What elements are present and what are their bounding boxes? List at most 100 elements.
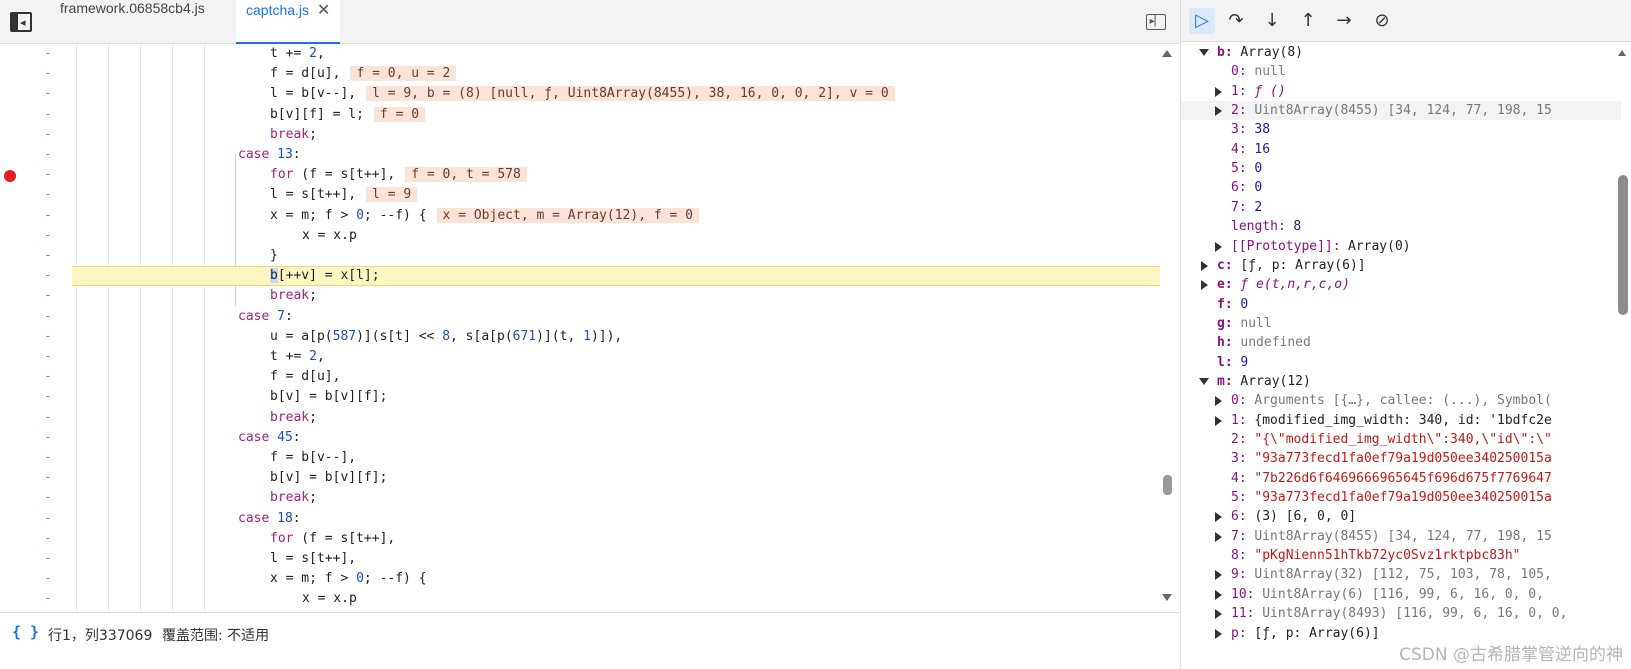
line-number-marker[interactable]: -	[44, 246, 54, 266]
line-number-marker[interactable]: -	[44, 84, 54, 104]
code-line[interactable]: - break;	[0, 286, 1160, 306]
code-line[interactable]: - t += 2,	[0, 347, 1160, 367]
line-number-marker[interactable]: -	[44, 367, 54, 387]
code-line[interactable]: - l = s[t++],	[0, 549, 1160, 569]
scope-entry[interactable]: g: null	[1181, 314, 1621, 333]
expand-arrow-icon[interactable]	[1215, 628, 1222, 639]
scope-entry[interactable]: l: 9	[1181, 353, 1621, 372]
code-line[interactable]: - b[++v] = x[l];	[0, 266, 1160, 286]
scope-entry[interactable]: length: 8	[1181, 217, 1621, 236]
code-line[interactable]: - for (f = s[t++],	[0, 529, 1160, 549]
expand-arrow-icon[interactable]	[1215, 531, 1222, 542]
expand-arrow-icon[interactable]	[1201, 280, 1208, 291]
expand-arrow-icon[interactable]	[1201, 260, 1208, 271]
collapse-arrow-icon[interactable]	[1199, 49, 1209, 56]
line-number-marker[interactable]: -	[44, 286, 54, 306]
expand-arrow-icon[interactable]	[1215, 512, 1222, 523]
code-line[interactable]: - f = d[u], f = 0, u = 2	[0, 64, 1160, 84]
line-number-marker[interactable]: -	[44, 387, 54, 407]
line-number-marker[interactable]: -	[44, 468, 54, 488]
scope-entry[interactable]: 7: Uint8Array(8455) [34, 124, 77, 198, 15	[1181, 527, 1621, 546]
deactivate-breakpoints-icon[interactable]: ⊘	[1369, 8, 1395, 34]
expand-arrow-icon[interactable]	[1215, 609, 1222, 620]
code-line[interactable]: - l = s[t++], l = 9	[0, 185, 1160, 205]
scope-entry[interactable]: 0: null	[1181, 62, 1621, 81]
navigator-toggle-icon[interactable]: ◂	[10, 12, 32, 32]
code-line[interactable]: - f = d[u],	[0, 367, 1160, 387]
step-icon[interactable]: →	[1331, 8, 1357, 34]
code-line[interactable]: - case 13:	[0, 145, 1160, 165]
line-number-marker[interactable]: -	[44, 408, 54, 428]
code-editor[interactable]: -t += 2, - f = d[u], f = 0, u = 2-l = b[v--…	[0, 44, 1180, 612]
scope-entry[interactable]: 10: Uint8Array(6) [116, 99, 6, 16, 0, 0,	[1181, 585, 1621, 604]
expand-arrow-icon[interactable]	[1215, 86, 1222, 97]
scope-entry[interactable]: e: ƒ e(t,n,r,c,o)	[1181, 275, 1621, 294]
scope-scrollbar-thumb[interactable]	[1618, 175, 1628, 315]
scope-entry[interactable]: 0: Arguments [{…}, callee: (...), Symbol(	[1181, 391, 1621, 410]
code-line[interactable]: - x = x.p	[0, 589, 1160, 609]
scope-entry[interactable]: 11: Uint8Array(8493) [116, 99, 6, 16, 0, …	[1181, 604, 1621, 623]
line-number-marker[interactable]: -	[44, 105, 54, 125]
expand-arrow-icon[interactable]	[1215, 106, 1222, 117]
step-over-icon[interactable]: ↷	[1223, 8, 1249, 34]
code-line[interactable]: - f = b[v--],	[0, 448, 1160, 468]
scope-entry[interactable]: 1: ƒ ()	[1181, 82, 1621, 101]
code-line[interactable]: - l = b[v--], l = 9, b = (8) [null, ƒ, Uin…	[0, 84, 1160, 104]
scope-entry[interactable]: 9: Uint8Array(32) [112, 75, 103, 78, 105,	[1181, 565, 1621, 584]
code-line[interactable]: - x = m; f > 0; --f) {	[0, 569, 1160, 589]
code-line[interactable]: -}	[0, 246, 1160, 266]
line-number-marker[interactable]: -	[44, 428, 54, 448]
scope-entry[interactable]: f: 0	[1181, 295, 1621, 314]
line-number-marker[interactable]: -	[44, 549, 54, 569]
tab-framework-js[interactable]: framework.06858cb4.js	[52, 0, 213, 44]
code-line[interactable]: - x = m; f > 0; --f) {x = Object, m = Arr…	[0, 206, 1160, 226]
step-out-icon[interactable]: ↑	[1295, 8, 1321, 34]
line-number-marker[interactable]: -	[44, 448, 54, 468]
scope-entry[interactable]: 3: "93a773fecd1fa0ef79a19d050ee340250015a	[1181, 449, 1621, 468]
scope-entry[interactable]: 4: "7b226d6f6469666965645f696d675f7769647	[1181, 469, 1621, 488]
scope-entry[interactable]: c: [ƒ, p: Array(6)]	[1181, 256, 1621, 275]
expand-arrow-icon[interactable]	[1215, 570, 1222, 581]
step-into-icon[interactable]: ↓	[1259, 8, 1285, 34]
scope-entry[interactable]: 6: 0	[1181, 178, 1621, 197]
line-number-marker[interactable]: -	[44, 44, 54, 64]
scope-entry[interactable]: 1: {modified_img_width: 340, id: '1bdfc2e	[1181, 411, 1621, 430]
code-line[interactable]: - b[v] = b[v][f];	[0, 387, 1160, 407]
close-icon[interactable]: ✕	[317, 0, 330, 20]
line-number-marker[interactable]: -	[44, 125, 54, 145]
line-number-marker[interactable]: -	[44, 589, 54, 609]
code-line[interactable]: - case 18:	[0, 509, 1160, 529]
code-line[interactable]: - case 45:	[0, 428, 1160, 448]
expand-arrow-icon[interactable]	[1215, 396, 1222, 407]
scope-entry[interactable]: 2: "{\"modified_img_width\":340,\"id\":\"	[1181, 430, 1621, 449]
editor-scrollbar-thumb[interactable]	[1163, 475, 1172, 495]
editor-scroll-up-icon[interactable]	[1162, 50, 1172, 57]
breakpoint-icon[interactable]	[4, 170, 16, 183]
line-number-marker[interactable]: -	[44, 488, 54, 508]
collapse-arrow-icon[interactable]	[1199, 377, 1209, 385]
line-number-marker[interactable]: -	[44, 347, 54, 367]
line-number-marker[interactable]: -	[44, 327, 54, 347]
expand-arrow-icon[interactable]	[1215, 415, 1222, 426]
scope-entry[interactable]: 5: "93a773fecd1fa0ef79a19d050ee340250015a	[1181, 488, 1621, 507]
line-number-marker[interactable]: -	[44, 307, 54, 327]
scope-entry[interactable]: 3: 38	[1181, 120, 1621, 139]
code-line[interactable]: - for (f = s[t++], f = 0, t = 578	[0, 165, 1160, 185]
scope-entry[interactable]: m: Array(12)	[1181, 372, 1621, 391]
scope-entry[interactable]: 8: "pKgNienn51hTkb72yc0Svz1rktpbc83h"	[1181, 546, 1621, 565]
expand-arrow-icon[interactable]	[1215, 589, 1222, 600]
code-line[interactable]: - case 7:	[0, 307, 1160, 327]
scope-entry[interactable]: [[Prototype]]: Array(0)	[1181, 237, 1621, 256]
code-line[interactable]: - break;	[0, 125, 1160, 145]
line-number-marker[interactable]: -	[44, 64, 54, 84]
toggle-debugger-icon[interactable]: ▸▏	[1146, 14, 1166, 30]
scope-entry[interactable]: b: Array(8)	[1181, 43, 1621, 62]
editor-scroll-down-icon[interactable]	[1162, 594, 1172, 601]
expand-arrow-icon[interactable]	[1215, 241, 1222, 252]
line-number-marker[interactable]: -	[44, 145, 54, 165]
line-number-marker[interactable]: -	[44, 529, 54, 549]
code-line[interactable]: - break;	[0, 488, 1160, 508]
resume-icon[interactable]: ▷	[1189, 8, 1215, 34]
line-number-marker[interactable]: -	[44, 165, 54, 185]
code-line[interactable]: - b[v][f] = l; f = 0	[0, 105, 1160, 125]
